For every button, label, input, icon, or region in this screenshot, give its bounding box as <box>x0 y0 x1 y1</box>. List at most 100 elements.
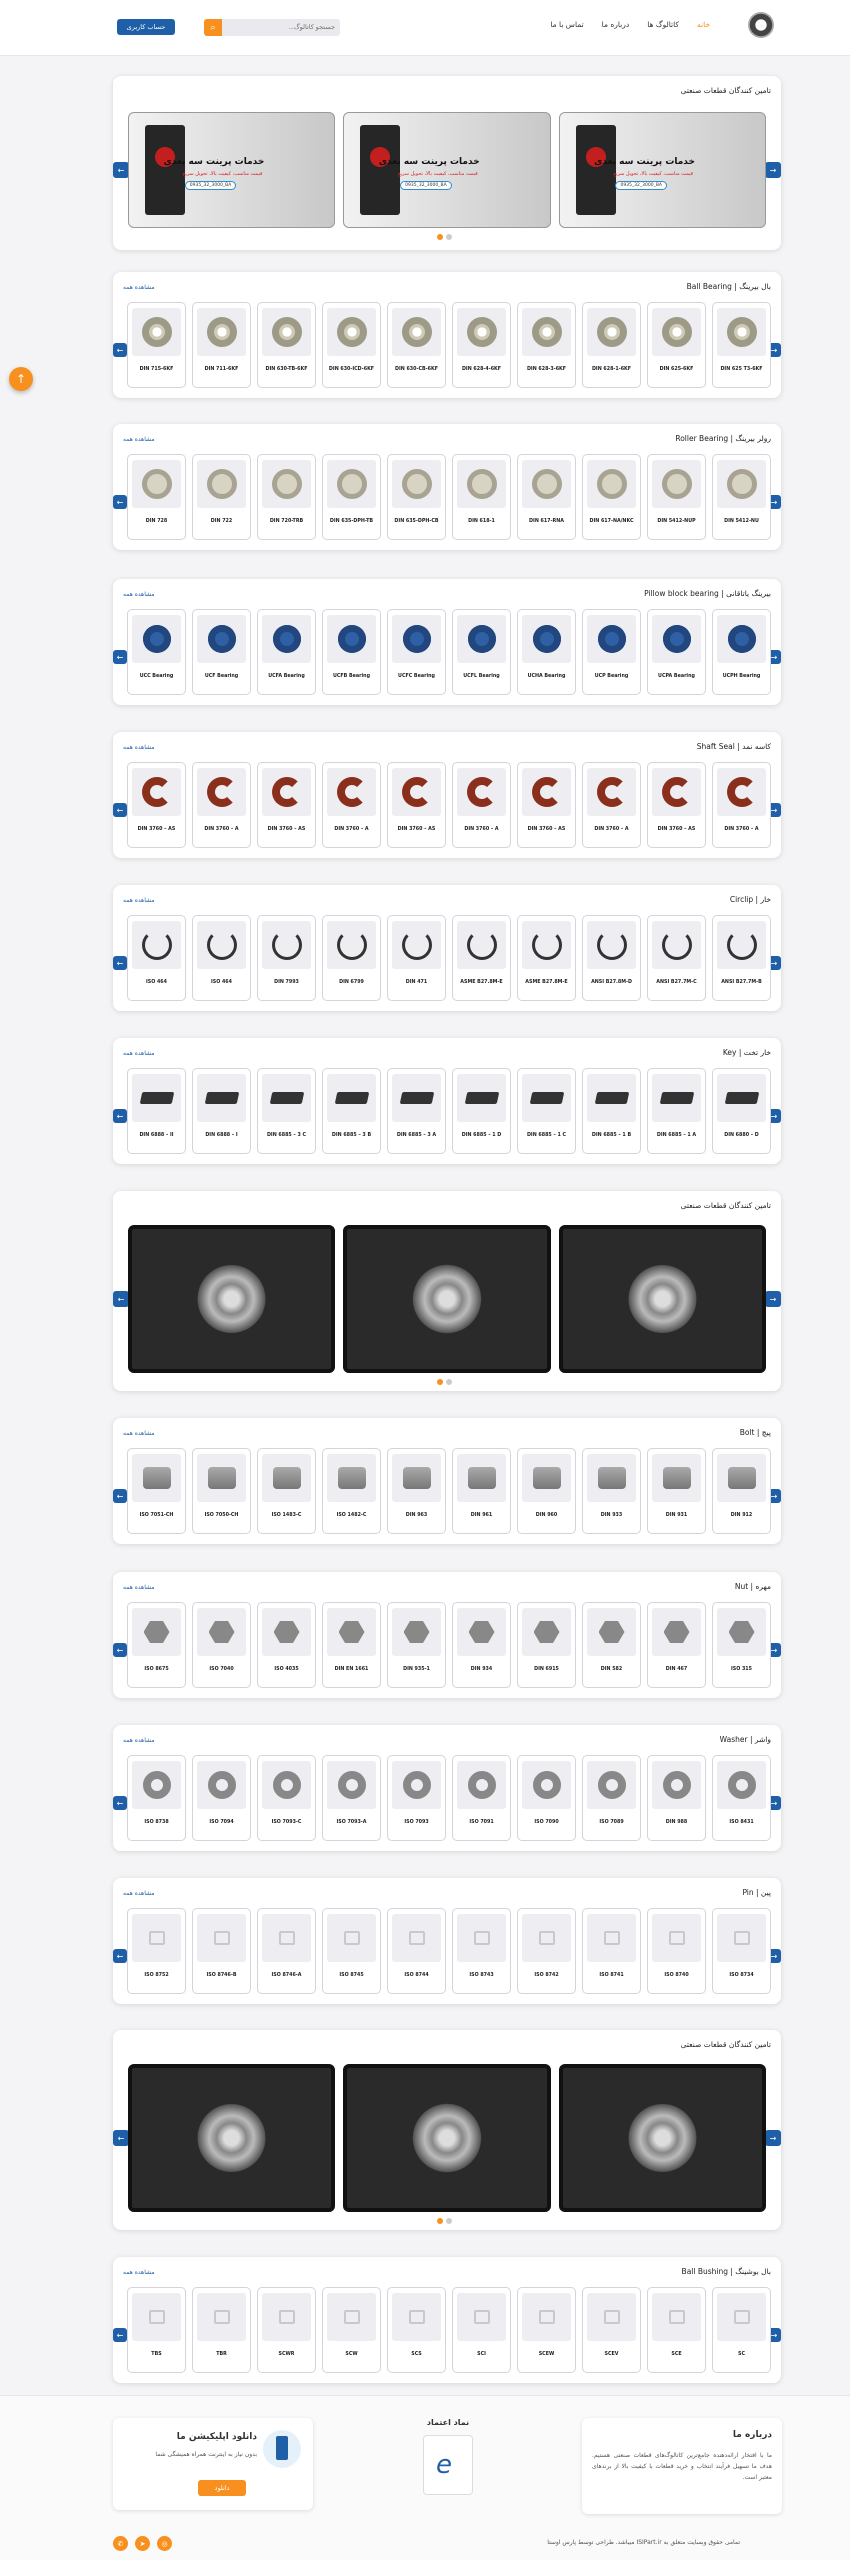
product-card[interactable]: DIN 6799 <box>322 915 381 1001</box>
product-card[interactable]: DIN 912 <box>712 1448 771 1534</box>
product-card[interactable]: ISO 7040 <box>192 1602 251 1688</box>
banner-dot[interactable] <box>437 1379 443 1385</box>
product-card[interactable]: ISO 1483-C <box>257 1448 316 1534</box>
product-card[interactable]: DIN 3760 – AS <box>257 762 316 848</box>
product-card[interactable]: DIN 6885 – 1 D <box>452 1068 511 1154</box>
banner-dot[interactable] <box>437 2218 443 2224</box>
product-card[interactable]: DIN 715-6KF <box>127 302 186 388</box>
product-card[interactable]: SCW <box>322 2287 381 2373</box>
see-all-link[interactable]: مشاهده همه <box>123 436 155 443</box>
product-card[interactable]: ANSI B27.8M-D <box>582 915 641 1001</box>
banner-slide[interactable] <box>128 1225 336 1373</box>
product-card[interactable]: DIN 3760 – AS <box>647 762 706 848</box>
telegram-icon[interactable]: ➤ <box>135 2536 150 2551</box>
product-card[interactable]: ANSI B27.7M-B <box>712 915 771 1001</box>
product-card[interactable]: UCFB Bearing <box>322 609 381 695</box>
product-card[interactable]: ISO 8744 <box>387 1908 446 1994</box>
search-input[interactable] <box>222 19 340 36</box>
product-card[interactable]: ISO 7094 <box>192 1755 251 1841</box>
product-card[interactable]: DIN 960 <box>517 1448 576 1534</box>
product-card[interactable]: ISO 8734 <box>712 1908 771 1994</box>
nav-about[interactable]: درباره ما <box>602 20 630 36</box>
product-card[interactable]: DIN 3760 – AS <box>517 762 576 848</box>
product-card[interactable]: ISO 7090 <box>517 1755 576 1841</box>
search-button[interactable]: ⌕ <box>204 19 222 36</box>
product-card[interactable]: DIN EN 1661 <box>322 1602 381 1688</box>
product-card[interactable]: DIN 628-4-6KF <box>452 302 511 388</box>
product-card[interactable]: ISO 8742 <box>517 1908 576 1994</box>
product-card[interactable]: UCPA Bearing <box>647 609 706 695</box>
product-card[interactable]: DIN 6885 – 1 A <box>647 1068 706 1154</box>
product-card[interactable]: DIN 6885 – 3 C <box>257 1068 316 1154</box>
banner-prev-button[interactable]: ← <box>113 2130 129 2146</box>
product-card[interactable]: ISO 7091 <box>452 1755 511 1841</box>
nav-contact[interactable]: تماس با ما <box>550 20 583 36</box>
product-card[interactable]: DIN 728 <box>127 454 186 540</box>
product-card[interactable]: ISO 8740 <box>647 1908 706 1994</box>
instagram-icon[interactable]: ◎ <box>157 2536 172 2551</box>
account-button[interactable]: حساب کاربری <box>117 19 175 35</box>
banner-slide[interactable]: خدمات پرینت سه بعدی قیمت مناسب، کیفیت با… <box>343 112 551 228</box>
product-card[interactable]: ASME B27.8M-E <box>452 915 511 1001</box>
product-card[interactable]: TBS <box>127 2287 186 2373</box>
banner-dot[interactable] <box>437 234 443 240</box>
product-card[interactable]: DIN 635-DPH-TB <box>322 454 381 540</box>
product-card[interactable]: DIN 617-NA/NKC <box>582 454 641 540</box>
product-card[interactable]: DIN 3760 – A <box>712 762 771 848</box>
see-all-link[interactable]: مشاهده همه <box>123 1737 155 1744</box>
see-all-link[interactable]: مشاهده همه <box>123 284 155 291</box>
banner-next-button[interactable]: → <box>765 2130 781 2146</box>
product-card[interactable]: DIN 630-ICD-6KF <box>322 302 381 388</box>
product-card[interactable]: DIN 630-TB-6KF <box>257 302 316 388</box>
product-card[interactable]: UCFL Bearing <box>452 609 511 695</box>
see-all-link[interactable]: مشاهده همه <box>123 1584 155 1591</box>
banner-slide[interactable]: خدمات پرینت سه بعدی قیمت مناسب، کیفیت با… <box>128 112 336 228</box>
product-card[interactable]: ISO 8741 <box>582 1908 641 1994</box>
banner-prev-button[interactable]: ← <box>113 1291 129 1307</box>
banner-dot[interactable] <box>446 234 452 240</box>
app-download-button[interactable]: دانلود <box>198 2480 246 2496</box>
product-card[interactable]: ISO 7093-C <box>257 1755 316 1841</box>
product-card[interactable]: DIN 988 <box>647 1755 706 1841</box>
product-card[interactable]: DIN 582 <box>582 1602 641 1688</box>
banner-slide[interactable] <box>343 2064 551 2212</box>
product-card[interactable]: DIN 934 <box>452 1602 511 1688</box>
banner-next-button[interactable]: → <box>765 1291 781 1307</box>
product-card[interactable]: ISO 315 <box>712 1602 771 1688</box>
product-card[interactable]: DIN 6885 – 1 B <box>582 1068 641 1154</box>
product-card[interactable]: DIN 6915 <box>517 1602 576 1688</box>
product-card[interactable]: SC <box>712 2287 771 2373</box>
product-card[interactable]: ISO 1482-C <box>322 1448 381 1534</box>
product-card[interactable]: DIN 6888 – I <box>192 1068 251 1154</box>
product-card[interactable]: ISO 8431 <box>712 1755 771 1841</box>
product-card[interactable]: DIN 931 <box>647 1448 706 1534</box>
see-all-link[interactable]: مشاهده همه <box>123 2269 155 2276</box>
product-card[interactable]: DIN 963 <box>387 1448 446 1534</box>
product-card[interactable]: DIN 7993 <box>257 915 316 1001</box>
product-card[interactable]: ISO 7093 <box>387 1755 446 1841</box>
product-card[interactable]: DIN 618-1 <box>452 454 511 540</box>
banner-dot[interactable] <box>446 1379 452 1385</box>
product-card[interactable]: DIN 711-6KF <box>192 302 251 388</box>
whatsapp-icon[interactable]: ✆ <box>113 2536 128 2551</box>
product-card[interactable]: SCE <box>647 2287 706 2373</box>
see-all-link[interactable]: مشاهده همه <box>123 1890 155 1897</box>
product-card[interactable]: DIN 625-6KF <box>647 302 706 388</box>
product-card[interactable]: ASME B27.8M-E <box>517 915 576 1001</box>
product-card[interactable]: SCEV <box>582 2287 641 2373</box>
product-card[interactable]: UCPH Bearing <box>712 609 771 695</box>
product-card[interactable]: ISO 7051-CH <box>127 1448 186 1534</box>
product-card[interactable]: UCFC Bearing <box>387 609 446 695</box>
product-card[interactable]: UCHA Bearing <box>517 609 576 695</box>
product-card[interactable]: DIN 628-3-6KF <box>517 302 576 388</box>
product-card[interactable]: DIN 935-1 <box>387 1602 446 1688</box>
product-card[interactable]: DIN 3760 – AS <box>387 762 446 848</box>
product-card[interactable]: DIN 630-CB-6KF <box>387 302 446 388</box>
see-all-link[interactable]: مشاهده همه <box>123 1050 155 1057</box>
nav-home[interactable]: خانه <box>697 20 710 36</box>
see-all-link[interactable]: مشاهده همه <box>123 1430 155 1437</box>
product-card[interactable]: ISO 8675 <box>127 1602 186 1688</box>
banner-slide[interactable] <box>343 1225 551 1373</box>
banner-next-button[interactable]: → <box>765 162 781 178</box>
product-card[interactable]: DIN 6888 – II <box>127 1068 186 1154</box>
